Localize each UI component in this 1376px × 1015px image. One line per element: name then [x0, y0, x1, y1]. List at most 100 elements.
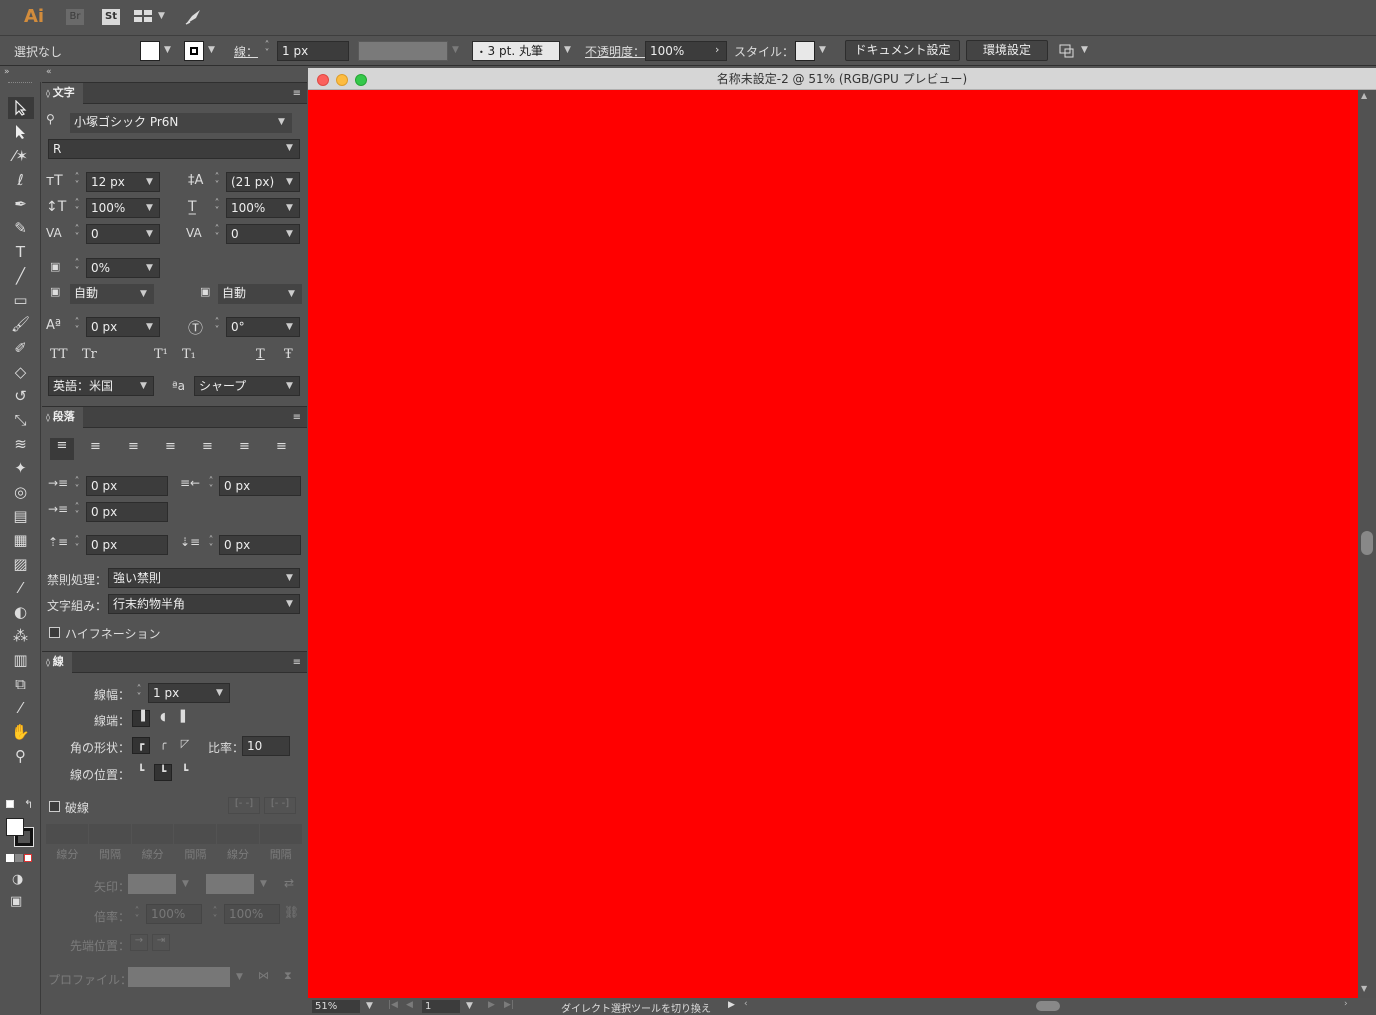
leading-stepper[interactable]: ˄ ˅	[212, 173, 222, 191]
puppet-warp-tool-icon[interactable]: ✦	[0, 456, 41, 480]
hand-tool-icon[interactable]: ✋	[0, 720, 41, 744]
line-tool-icon[interactable]: ╱	[0, 264, 41, 288]
character-rotation-stepper[interactable]: ˄ ˅	[212, 318, 222, 336]
miter-join-icon[interactable]: ┏	[132, 737, 150, 754]
align-center-icon[interactable]: ≡	[90, 439, 101, 454]
fill-chevron-down-icon[interactable]: ▼	[164, 45, 171, 55]
tab-character[interactable]: ◊ 文字	[42, 83, 83, 105]
brush-chevron-down-icon[interactable]: ▼	[564, 45, 571, 55]
previous-artboard-icon[interactable]: ◀	[406, 1000, 413, 1010]
tab-stroke[interactable]: ◊ 線	[42, 652, 72, 674]
tsume-chevron-icon[interactable]: ▼	[146, 263, 153, 273]
maximize-window-icon[interactable]	[355, 74, 367, 86]
underline-button[interactable]: T	[256, 347, 265, 362]
subscript-button[interactable]: T₁	[182, 347, 196, 362]
weight-stepper[interactable]: ˄ ˅	[134, 685, 144, 703]
tab-paragraph[interactable]: ◊ 段落	[42, 407, 83, 429]
fill-color-icon[interactable]	[6, 818, 24, 836]
align-outside-stroke-icon[interactable]: ┗	[176, 764, 194, 781]
stroke-chevron-down-icon[interactable]: ▼	[208, 45, 215, 55]
perspective-grid-tool-icon[interactable]: ▤	[0, 504, 41, 528]
swap-colors-icon[interactable]: ↰	[24, 798, 33, 811]
column-graph-tool-icon[interactable]: ▥	[0, 648, 41, 672]
bevel-join-icon[interactable]: ◸	[176, 737, 194, 754]
superscript-button[interactable]: T¹	[154, 347, 168, 362]
strikethrough-button[interactable]: Ŧ	[284, 347, 293, 362]
aki-left-chevron-icon[interactable]: ▼	[140, 289, 147, 299]
pen-tool-icon[interactable]: ✒	[0, 192, 41, 216]
draw-mode-icon[interactable]: ◑	[12, 872, 23, 887]
font-family-field[interactable]: 小塚ゴシック Pr6N	[70, 113, 292, 133]
preferences-button[interactable]: 環境設定	[966, 40, 1048, 61]
panel-menu-icon[interactable]: ≡	[293, 88, 301, 99]
blend-tool-icon[interactable]: ◐	[0, 600, 41, 624]
style-chevron-down-icon[interactable]: ▼	[819, 45, 826, 55]
gpu-performance-icon[interactable]	[184, 8, 202, 29]
rotate-tool-icon[interactable]: ↺	[0, 384, 41, 408]
horizontal-scale-stepper[interactable]: ˄ ˅	[212, 199, 222, 217]
align-center-stroke-icon[interactable]: ┗	[132, 764, 150, 781]
shape-builder-tool-icon[interactable]: ◎	[0, 480, 41, 504]
space-after-stepper[interactable]: ˄ ˅	[206, 536, 216, 554]
selection-tool-icon[interactable]	[0, 96, 41, 120]
horizontal-scroll-thumb[interactable]	[1036, 1001, 1060, 1011]
tsume-stepper[interactable]: ˄ ˅	[72, 259, 82, 277]
language-chevron-icon[interactable]: ▼	[140, 381, 147, 391]
aki-right-chevron-icon[interactable]: ▼	[288, 289, 295, 299]
limit-field[interactable]: 10	[242, 736, 290, 756]
mesh-tool-icon[interactable]: ▦	[0, 528, 41, 552]
scroll-right-icon[interactable]: ›	[1344, 999, 1348, 1009]
paintbrush-tool-icon[interactable]: 🖌	[0, 312, 41, 336]
small-caps-button[interactable]: Tr	[82, 347, 97, 362]
none-mode-icon[interactable]	[24, 854, 32, 862]
next-artboard-icon[interactable]: ▶	[488, 1000, 495, 1010]
language-field[interactable]: 英語：米国	[48, 376, 154, 396]
arrange-documents-icon[interactable]	[134, 10, 152, 23]
artboard-chevron-icon[interactable]: ▼	[466, 1001, 473, 1011]
stroke-swatch[interactable]	[184, 41, 204, 61]
vertical-scrollbar[interactable]: ▲ ▼	[1358, 90, 1376, 998]
first-artboard-icon[interactable]: |◀	[388, 1000, 398, 1010]
fill-swatch[interactable]	[140, 41, 160, 61]
font-size-stepper[interactable]: ˄ ˅	[72, 173, 82, 191]
lasso-tool-icon[interactable]: ℓ	[0, 168, 41, 192]
scroll-left-icon[interactable]: ‹	[744, 999, 748, 1009]
round-cap-icon[interactable]: ◖	[154, 710, 172, 727]
type-tool-icon[interactable]: T	[0, 240, 41, 264]
justify-all-icon[interactable]: ≡	[276, 439, 287, 454]
vertical-scale-chevron-icon[interactable]: ▼	[146, 203, 153, 213]
curvature-tool-icon[interactable]: ✎	[0, 216, 41, 240]
right-indent-stepper[interactable]: ˄ ˅	[206, 477, 216, 495]
color-mode-icon[interactable]	[6, 854, 14, 862]
last-artboard-icon[interactable]: ▶|	[504, 1000, 514, 1010]
space-after-field[interactable]: 0 px	[219, 535, 301, 555]
horizontal-scrollbar[interactable]: ‹ ›	[744, 999, 1354, 1012]
arrange-chevron-down-icon[interactable]: ▼	[1081, 45, 1088, 55]
kinsoku-chevron-icon[interactable]: ▼	[286, 573, 293, 583]
antialias-field[interactable]: シャープ	[194, 376, 300, 396]
gradient-mode-icon[interactable]	[15, 854, 23, 862]
right-indent-field[interactable]: 0 px	[219, 476, 301, 496]
mojikumi-field[interactable]: 行末約物半角	[108, 594, 300, 614]
font-size-chevron-icon[interactable]: ▼	[146, 177, 153, 187]
eyedropper-tool-icon[interactable]: ⁄	[0, 576, 41, 600]
scroll-down-icon[interactable]: ▼	[1361, 984, 1367, 993]
gradient-tool-icon[interactable]: ▨	[0, 552, 41, 576]
artboard-canvas[interactable]	[308, 90, 1358, 998]
symbol-sprayer-tool-icon[interactable]: ⁂	[0, 624, 41, 648]
width-tool-icon[interactable]: ≋	[0, 432, 41, 456]
align-right-icon[interactable]: ≡	[128, 439, 139, 454]
default-colors-icon[interactable]	[6, 800, 14, 808]
justify-center-icon[interactable]: ≡	[202, 439, 213, 454]
justify-right-icon[interactable]: ≡	[239, 439, 250, 454]
round-join-icon[interactable]: ╭	[154, 737, 172, 754]
shaper-tool-icon[interactable]: ✐	[0, 336, 41, 360]
slice-tool-icon[interactable]: ⁄	[0, 696, 41, 720]
scroll-up-icon[interactable]: ▲	[1361, 91, 1367, 100]
artboard-number-field[interactable]: 1	[422, 1000, 460, 1013]
magic-wand-tool-icon[interactable]: ⁄✶	[0, 144, 41, 168]
align-inside-stroke-icon[interactable]: ┗	[154, 764, 172, 781]
left-indent-field[interactable]: 0 px	[86, 476, 168, 496]
chevron-right-icon[interactable]: ›	[715, 43, 719, 56]
stroke-stepper[interactable]: ˄ ˅	[262, 41, 272, 59]
